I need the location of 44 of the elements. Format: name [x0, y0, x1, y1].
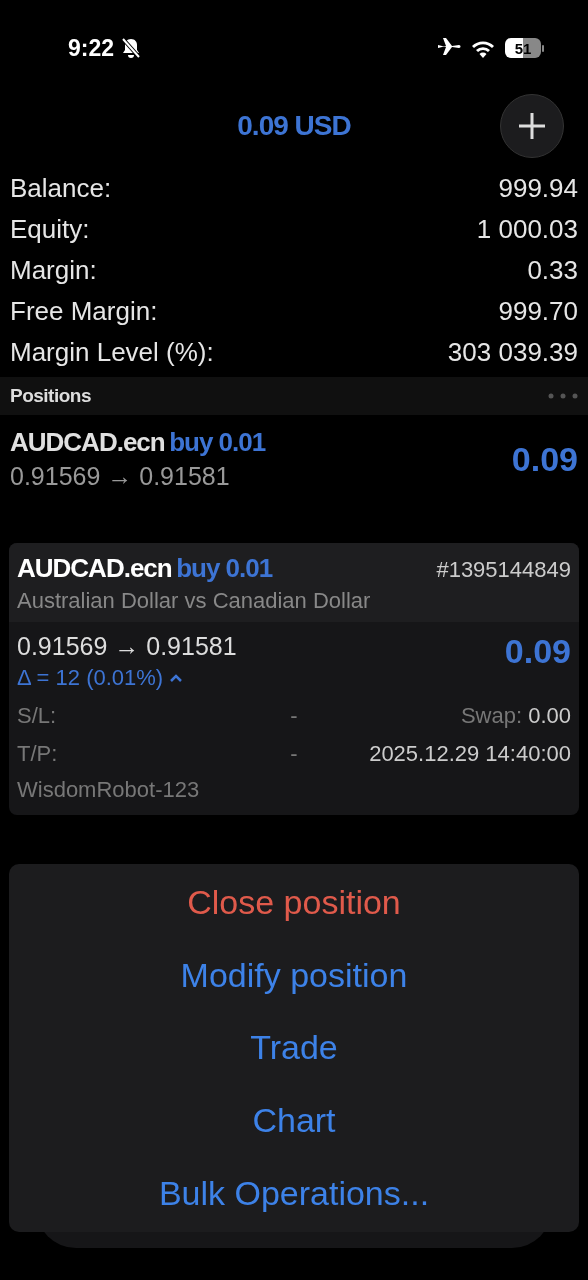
summary-value: 303 039.39	[447, 336, 578, 369]
section-title: Positions	[10, 385, 91, 407]
battery-icon: 51	[505, 38, 541, 58]
chevron-icon[interactable]	[169, 673, 184, 683]
menu-item[interactable]: Modify position	[180, 945, 408, 1005]
order-side: buy 0.01	[169, 427, 266, 457]
status-time: 9:22	[68, 34, 115, 62]
bell-muted-icon	[120, 37, 143, 59]
summary-value: 0.33	[527, 254, 578, 287]
summary-value: 999.94	[498, 172, 578, 205]
symbol-label: AUDCAD.ecn	[17, 553, 172, 583]
menu-item[interactable]: Close position	[187, 872, 401, 932]
symbol-description: Australian Dollar vs Canadian Dollar	[17, 588, 372, 614]
field-value: 0.00	[528, 703, 571, 728]
more-icon[interactable]	[548, 393, 578, 399]
summary-value: 1 000.03	[476, 213, 578, 246]
field-label: Swap:	[460, 703, 523, 728]
price-change: 0.91569 → 0.91581	[10, 462, 231, 491]
summary-label: Margin:	[10, 254, 97, 287]
field-value: 2025.12.29 14:40:00	[369, 741, 571, 766]
field-label: T/P:	[17, 740, 59, 768]
field-label: S/L:	[17, 702, 58, 730]
menu-item[interactable]: Chart	[252, 1091, 336, 1151]
symbol-label: AUDCAD.ecn	[10, 427, 165, 457]
summary-value: 999.70	[498, 295, 578, 328]
menu-item[interactable]: Bulk Operations...	[158, 1164, 430, 1224]
profit-value: 0.09	[504, 632, 571, 671]
price-change: 0.91569 → 0.91581	[17, 632, 237, 661]
wifi-icon	[471, 38, 495, 58]
plus-icon	[517, 111, 547, 141]
order-side: buy 0.01	[176, 553, 273, 583]
summary-label: Equity:	[10, 213, 90, 246]
field-value: -	[289, 702, 299, 730]
position-comment: WisdomRobot-123	[17, 776, 201, 804]
position-row[interactable]: AUDCAD.ecn buy 0.01 0.91569 → 0.91581 0.09	[0, 415, 588, 503]
summary-label: Margin Level (%):	[10, 336, 214, 369]
field-value: -	[289, 740, 299, 768]
summary-label: Balance:	[10, 172, 112, 205]
ticket-number: #1395144849	[436, 557, 571, 583]
menu-item[interactable]: Trade	[250, 1018, 338, 1078]
profit-value: 0.09	[511, 439, 578, 479]
profit-title: 0.09 USD	[237, 110, 351, 142]
price-delta: Δ = 12 (0.01%)	[17, 665, 164, 691]
summary-label: Free Margin:	[10, 295, 158, 328]
